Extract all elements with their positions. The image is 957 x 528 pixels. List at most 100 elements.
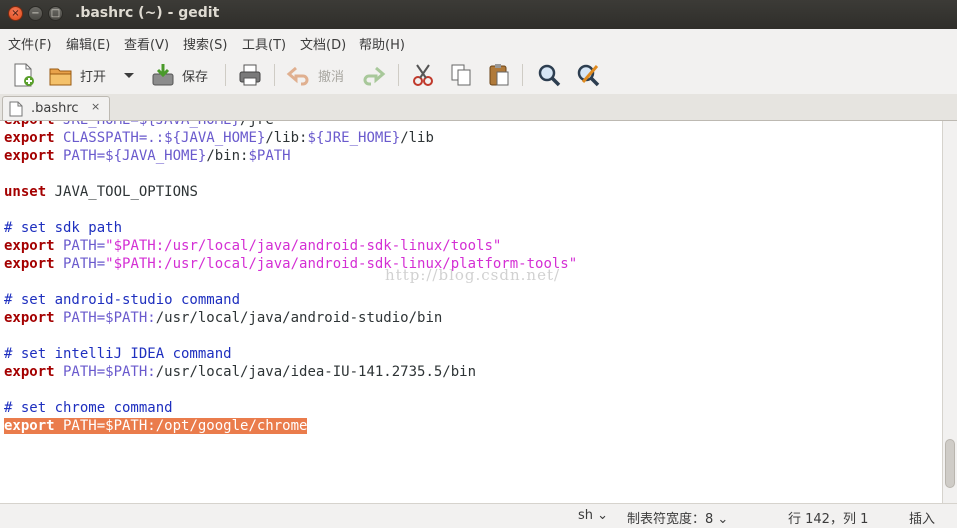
- print-button[interactable]: [237, 61, 263, 89]
- redo-button[interactable]: [360, 61, 386, 89]
- code-line: export PATH=$PATH:/usr/local/java/idea-I…: [4, 363, 476, 381]
- scissors-icon: [413, 64, 433, 86]
- open-label: 打开: [80, 69, 107, 85]
- code-line: # set intelliJ IDEA command: [4, 345, 232, 363]
- code-token: PATH=$PATH:: [54, 310, 156, 326]
- code-line: export PATH=$PATH:/opt/google/chrome: [4, 417, 308, 435]
- code-token: export: [4, 310, 55, 326]
- code-token: # set android-studio command: [4, 292, 241, 308]
- paste-button[interactable]: [486, 61, 512, 89]
- menu-tools[interactable]: 工具(T): [242, 34, 286, 53]
- code-token: /lib: [400, 130, 434, 146]
- vertical-scrollbar[interactable]: [942, 121, 957, 503]
- code-line: export PATH=${JAVA_HOME}/bin:$PATH: [4, 147, 291, 165]
- undo-label: 撤消: [318, 69, 345, 85]
- find-replace-icon: [577, 64, 600, 87]
- code-token: ${JAVA_HOME}: [139, 121, 240, 128]
- redo-icon: [363, 66, 386, 86]
- chevron-down-icon: ⌄: [597, 508, 609, 523]
- new-document-button[interactable]: [10, 61, 36, 89]
- scrollbar-thumb[interactable]: [945, 439, 955, 488]
- code-token: PATH=: [54, 148, 106, 164]
- tab-close-icon[interactable]: ×: [91, 100, 100, 113]
- code-token: # set chrome command: [4, 400, 173, 416]
- copy-icon: [451, 64, 471, 86]
- paste-icon: [489, 64, 509, 86]
- code-token: export: [4, 121, 55, 128]
- minimize-window-button[interactable]: −: [28, 6, 43, 21]
- menu-file[interactable]: 文件(F): [8, 34, 52, 53]
- save-icon: [152, 64, 174, 86]
- new-document-icon: [14, 63, 34, 87]
- code-token: export: [4, 418, 55, 434]
- status-bar: sh ⌄ 制表符宽度：8 ⌄ 行 142，列 1 插入: [0, 503, 957, 528]
- menu-view[interactable]: 查看(V): [124, 34, 169, 53]
- code-token: $PATH: [248, 148, 291, 164]
- code-token: PATH=$PATH:/opt/google/chrome: [54, 418, 308, 434]
- text-editor[interactable]: export JRE_HOME=${JAVA_HOME}/jreexport C…: [0, 121, 942, 503]
- chevron-down-icon: ⌄: [717, 512, 729, 527]
- code-line: export PATH=$PATH:/usr/local/java/androi…: [4, 309, 442, 327]
- tab-width-label: 制表符宽度：8: [627, 512, 714, 527]
- open-folder-icon: [49, 68, 72, 86]
- code-token: ${JRE_HOME}: [307, 130, 401, 146]
- menu-bar: 文件(F) 编辑(E) 查看(V) 搜索(S) 工具(T) 文档(D) 帮助(H…: [0, 29, 957, 56]
- menu-edit[interactable]: 编辑(E): [66, 34, 110, 53]
- cursor-position: 行 142，列 1: [788, 512, 869, 527]
- open-recent-dropdown[interactable]: [122, 61, 136, 89]
- code-token: /usr/local/java/android-studio/bin: [155, 310, 443, 326]
- open-button[interactable]: 打开: [48, 61, 106, 89]
- printer-icon: [239, 64, 261, 86]
- find-replace-button[interactable]: [575, 61, 601, 89]
- code-line: # set sdk path: [4, 219, 122, 237]
- save-label: 保存: [182, 69, 209, 85]
- chevron-down-icon: [124, 73, 134, 78]
- tab-width-selector[interactable]: 制表符宽度：8 ⌄: [627, 508, 728, 527]
- cut-button[interactable]: [410, 61, 436, 89]
- code-token: JAVA_TOOL_OPTIONS: [46, 184, 198, 200]
- search-icon: [538, 64, 561, 87]
- copy-button[interactable]: [448, 61, 474, 89]
- menu-documents[interactable]: 文档(D): [300, 34, 346, 53]
- close-window-button[interactable]: ×: [8, 6, 23, 21]
- code-token: /usr/local/java/idea-IU-141.2735.5/bin: [155, 364, 477, 380]
- menu-help[interactable]: 帮助(H): [359, 34, 405, 53]
- code-line: export JRE_HOME=${JAVA_HOME}/jre: [4, 121, 274, 129]
- code-token: PATH=$PATH:: [54, 364, 156, 380]
- save-button[interactable]: 保存: [150, 61, 208, 89]
- code-token: # set intelliJ IDEA command: [4, 346, 232, 362]
- toolbar-separator: [398, 64, 399, 86]
- code-token: export: [4, 364, 55, 380]
- toolbar-separator: [274, 64, 275, 86]
- toolbar-separator: [522, 64, 523, 86]
- tab-bar: .bashrc ×: [0, 94, 957, 121]
- code-token: ${JAVA_HOME}: [164, 130, 266, 146]
- undo-icon: [286, 66, 309, 86]
- language-selector[interactable]: sh ⌄: [578, 508, 608, 523]
- code-token: unset: [4, 184, 47, 200]
- maximize-window-button[interactable]: □: [48, 6, 63, 21]
- menu-search[interactable]: 搜索(S): [183, 34, 227, 53]
- code-token: /bin:: [206, 148, 249, 164]
- title-bar: × − □ .bashrc (~) - gedit: [0, 0, 957, 29]
- code-token: export: [4, 130, 55, 146]
- code-line: export PATH="$PATH:/usr/local/java/andro…: [4, 237, 501, 255]
- toolbar-separator: [225, 64, 226, 86]
- code-token: export: [4, 256, 55, 272]
- code-token: PATH=: [54, 256, 106, 272]
- document-icon: [9, 101, 23, 117]
- insert-mode: 插入: [909, 512, 936, 527]
- undo-button[interactable]: 撤消: [286, 61, 344, 89]
- find-button[interactable]: [536, 61, 562, 89]
- code-token: CLASSPATH=.:: [54, 130, 165, 146]
- code-token: PATH=: [54, 238, 106, 254]
- tab-bashrc[interactable]: .bashrc ×: [2, 96, 110, 120]
- code-token: JRE_HOME=: [55, 121, 139, 128]
- code-line: export CLASSPATH=.:${JAVA_HOME}/lib:${JR…: [4, 129, 434, 147]
- code-token: export: [4, 148, 55, 164]
- code-token: export: [4, 238, 55, 254]
- language-label: sh: [578, 508, 594, 523]
- code-token: "$PATH:/usr/local/java/android-sdk-linux…: [105, 238, 502, 254]
- selected-text: export PATH=$PATH:/opt/google/chrome: [4, 418, 308, 434]
- window-title: .bashrc (~) - gedit: [75, 5, 220, 21]
